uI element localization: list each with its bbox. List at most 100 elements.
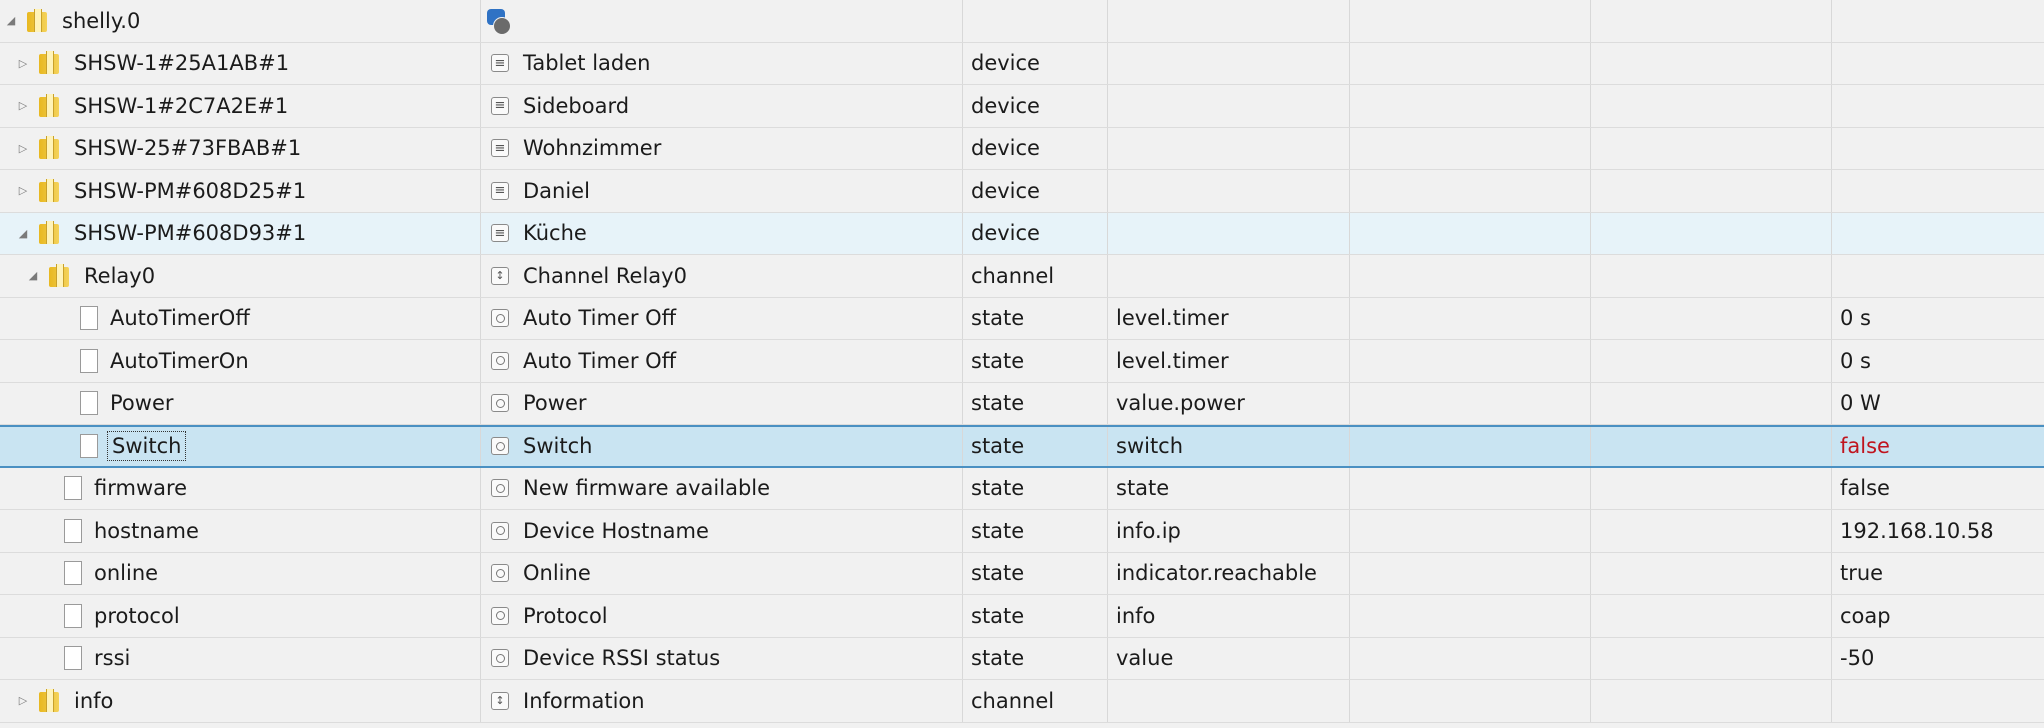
value-cell[interactable]: 0 s <box>1832 298 2044 340</box>
type-cell: device <box>963 85 1108 127</box>
value-cell[interactable]: true <box>1832 553 2044 595</box>
value-cell[interactable]: 192.168.10.58 <box>1832 510 2044 552</box>
type-cell: state <box>963 297 1108 339</box>
tree-row[interactable]: ▷ SHSW-1#2C7A2E#1 Sideboard device <box>0 85 2044 128</box>
name-cell: Switch <box>481 427 963 466</box>
folder-icon <box>38 221 60 245</box>
state-role-icon <box>491 521 509 540</box>
tree-row[interactable]: ◢ Relay0 Channel Relay0 channel <box>0 255 2044 298</box>
type-cell: state <box>963 595 1108 637</box>
value-cell[interactable]: coap <box>1832 595 2044 637</box>
value-cell[interactable]: false <box>1832 427 2044 466</box>
triangle-right-icon[interactable]: ▷ <box>16 99 30 113</box>
object-name: Küche <box>523 221 587 246</box>
id-cell: Switch <box>0 427 481 466</box>
tree-row[interactable]: ▷ SHSW-PM#608D25#1 Daniel device <box>0 170 2044 213</box>
name-cell <box>481 0 963 42</box>
tree-row[interactable]: ▷ SHSW-1#25A1AB#1 Tablet laden device <box>0 42 2044 85</box>
object-name: Daniel <box>523 178 590 203</box>
tree-row[interactable]: firmware New firmware available state state… <box>0 467 2044 510</box>
tree-row[interactable]: rssi Device RSSI status state value -50 <box>0 637 2044 680</box>
triangle-right-icon[interactable]: ▷ <box>16 56 30 70</box>
function-cell <box>1591 510 1832 552</box>
object-id[interactable]: AutoTimerOn <box>110 349 249 373</box>
tree-row[interactable]: ◢ shelly.0 <box>0 0 2044 43</box>
function-cell <box>1591 127 1832 169</box>
role-cell <box>1108 0 1350 42</box>
type-cell: state <box>963 637 1108 679</box>
object-id[interactable]: info <box>74 689 113 713</box>
object-id[interactable]: SHSW-PM#608D93#1 <box>74 221 306 245</box>
object-name: New firmware available <box>523 476 771 501</box>
object-id[interactable]: SHSW-PM#608D25#1 <box>74 179 306 203</box>
device-role-icon <box>491 181 509 200</box>
tree-row[interactable]: AutoTimerOff Auto Timer Off state level.tim… <box>0 297 2044 340</box>
tree-row[interactable]: online Online state indicator.reachable true <box>0 552 2044 595</box>
tree-row[interactable]: ◢ SHSW-PM#608D93#1 Küche device <box>0 212 2044 255</box>
state-role-icon <box>491 351 509 370</box>
function-cell <box>1591 297 1832 339</box>
function-cell <box>1591 637 1832 679</box>
file-icon <box>80 434 98 459</box>
object-id[interactable]: Switch <box>106 431 187 462</box>
triangle-right-icon[interactable]: ▷ <box>16 141 30 155</box>
channel-role-icon <box>491 691 509 710</box>
value-cell <box>1832 170 2044 212</box>
object-id[interactable]: SHSW-1#2C7A2E#1 <box>74 94 288 118</box>
file-icon <box>64 646 82 671</box>
object-id[interactable]: shelly.0 <box>62 9 140 33</box>
triangle-right-icon[interactable]: ▷ <box>16 694 30 708</box>
tree-row[interactable]: Power Power state value.power 0 W <box>0 382 2044 425</box>
role-cell: value <box>1108 637 1350 679</box>
id-cell: AutoTimerOff <box>0 297 481 339</box>
object-id[interactable]: Relay0 <box>84 264 155 288</box>
object-id[interactable]: protocol <box>94 604 180 628</box>
triangle-right-icon[interactable]: ▷ <box>16 184 30 198</box>
object-id[interactable]: Power <box>110 391 174 415</box>
tree-row[interactable]: Switch Switch state switch false <box>0 425 2044 468</box>
object-id[interactable]: SHSW-1#25A1AB#1 <box>74 51 289 75</box>
type-cell: state <box>963 340 1108 382</box>
triangle-down-icon[interactable]: ◢ <box>26 269 40 283</box>
role-cell <box>1108 85 1350 127</box>
room-cell <box>1350 297 1591 339</box>
channel-role-icon <box>491 266 509 285</box>
state-role-icon <box>491 649 509 668</box>
value-cell[interactable]: 0 s <box>1832 340 2044 382</box>
folder-icon <box>38 178 60 203</box>
device-role-icon <box>491 224 509 243</box>
room-cell <box>1350 595 1591 637</box>
id-cell: firmware <box>0 467 481 509</box>
folder-icon <box>38 51 60 75</box>
triangle-down-icon[interactable]: ◢ <box>16 226 30 240</box>
id-cell: ▷ SHSW-1#2C7A2E#1 <box>0 85 481 127</box>
object-id[interactable]: firmware <box>94 476 187 500</box>
value-cell[interactable]: -50 <box>1832 638 2044 680</box>
role-cell <box>1108 212 1350 254</box>
object-id[interactable]: rssi <box>94 646 130 670</box>
tree-row[interactable]: hostname Device Hostname state info.ip 192.1… <box>0 510 2044 553</box>
room-cell <box>1350 212 1591 254</box>
name-cell: Information <box>481 680 963 722</box>
value-cell[interactable]: 0 W <box>1832 383 2044 425</box>
tree-row[interactable]: protocol Protocol state info coap <box>0 595 2044 638</box>
object-id[interactable]: hostname <box>94 519 199 543</box>
id-cell: hostname <box>0 510 481 552</box>
function-cell <box>1591 255 1832 297</box>
role-cell: value.power <box>1108 382 1350 424</box>
name-cell: Online <box>481 552 963 594</box>
triangle-down-icon[interactable]: ◢ <box>4 14 18 28</box>
tree-row[interactable]: ▷ SHSW-25#73FBAB#1 Wohnzimmer device <box>0 127 2044 170</box>
name-cell: Auto Timer Off <box>481 297 963 339</box>
value-cell[interactable]: false <box>1832 468 2044 510</box>
object-id[interactable]: SHSW-25#73FBAB#1 <box>74 136 301 160</box>
room-cell <box>1350 340 1591 382</box>
object-id[interactable]: AutoTimerOff <box>110 306 250 330</box>
name-cell: Sideboard <box>481 85 963 127</box>
object-id[interactable]: online <box>94 561 158 585</box>
state-role-icon <box>491 479 509 498</box>
tree-row[interactable]: AutoTimerOn Auto Timer Off state level.time… <box>0 340 2044 383</box>
tree-row[interactable]: ▷ info Information channel <box>0 680 2044 723</box>
value-cell <box>1832 43 2044 85</box>
function-cell <box>1591 85 1832 127</box>
